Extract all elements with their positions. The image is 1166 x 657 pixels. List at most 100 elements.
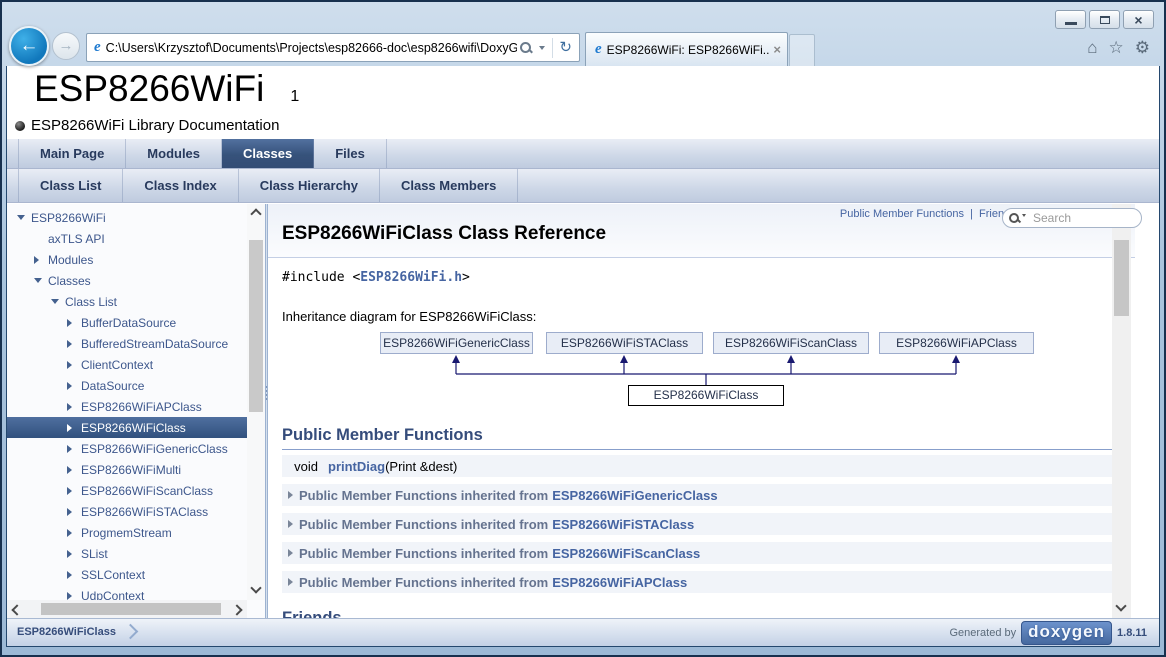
summary-links: Public Member Functions | Friends | List…	[282, 208, 1123, 220]
diagram-node-scanclass[interactable]: ESP8266WiFiScanClass	[713, 332, 869, 354]
tree-expand-icon[interactable]	[67, 424, 72, 432]
tree-item-esp8266wifiscanclass[interactable]: ESP8266WiFiScanClass	[7, 480, 247, 501]
tree-item-slist[interactable]: SList	[7, 543, 247, 564]
breadcrumb[interactable]: ESP8266WiFiClass	[17, 619, 116, 646]
tree-expand-icon[interactable]	[34, 256, 39, 264]
tree-collapse-icon[interactable]	[17, 215, 25, 220]
tree-expand-icon[interactable]	[67, 382, 72, 390]
tree-item-sslcontext[interactable]: SSLContext	[7, 564, 247, 585]
sidebar-horizontal-scrollbar[interactable]	[7, 600, 247, 618]
tree-expand-icon[interactable]	[67, 445, 72, 453]
tab-class-index[interactable]: Class Index	[123, 169, 238, 202]
tree-item-bufferdatasource[interactable]: BufferDataSource	[7, 312, 247, 333]
tree-item-classes[interactable]: Classes	[7, 270, 247, 291]
new-tab-button[interactable]	[789, 34, 815, 66]
scrollbar-thumb[interactable]	[41, 603, 221, 615]
tab-modules[interactable]: Modules	[126, 139, 222, 168]
inherited-section-staclass[interactable]: Public Member Functions inherited from E…	[282, 513, 1121, 535]
sidebar-vertical-scrollbar[interactable]	[247, 204, 265, 600]
include-file-link[interactable]: ESP8266WiFi.h	[360, 270, 462, 285]
scroll-up-icon[interactable]	[250, 208, 261, 219]
tree-expand-icon[interactable]	[67, 550, 72, 558]
settings-icon[interactable]: ⚙	[1135, 38, 1150, 58]
address-bar-divider	[552, 38, 553, 58]
member-name-link[interactable]: printDiag	[328, 459, 385, 474]
expand-icon[interactable]	[288, 520, 293, 528]
address-search-icon[interactable]	[519, 41, 533, 55]
tab-class-hierarchy[interactable]: Class Hierarchy	[239, 169, 380, 202]
tree-item-label: ProgmemStream	[81, 526, 172, 540]
tree-item-udpcontext[interactable]: UdpContext	[7, 585, 247, 600]
tree-expand-icon[interactable]	[67, 508, 72, 516]
inherited-class-link[interactable]: ESP8266WiFiSTAClass	[552, 517, 694, 532]
tree-item-class-list[interactable]: Class List	[7, 291, 247, 312]
tree-expand-icon[interactable]	[67, 466, 72, 474]
tree-expand-icon[interactable]	[67, 592, 72, 600]
tree-item-esp8266wifimulti[interactable]: ESP8266WiFiMulti	[7, 459, 247, 480]
scroll-down-icon[interactable]	[1115, 600, 1126, 611]
minimize-button[interactable]	[1055, 10, 1086, 29]
tree-item-esp8266wifistaclass[interactable]: ESP8266WiFiSTAClass	[7, 501, 247, 522]
link-public-member-functions[interactable]: Public Member Functions	[840, 208, 964, 220]
tree-item-esp8266wifi[interactable]: ESP8266WiFi	[7, 207, 247, 228]
inherited-class-link[interactable]: ESP8266WiFiAPClass	[552, 575, 687, 590]
tree-expand-icon[interactable]	[67, 487, 72, 495]
tree-expand-icon[interactable]	[67, 319, 72, 327]
expand-icon[interactable]	[288, 578, 293, 586]
tab-class-members[interactable]: Class Members	[380, 169, 518, 202]
tree-item-axtls-api[interactable]: axTLS API	[7, 228, 247, 249]
tree-item-modules[interactable]: Modules	[7, 249, 247, 270]
scroll-right-icon[interactable]	[231, 604, 242, 615]
doxygen-logo[interactable]: doxygen	[1021, 621, 1112, 645]
tree-item-clientcontext[interactable]: ClientContext	[7, 354, 247, 375]
diagram-node-genericclass[interactable]: ESP8266WiFiGenericClass	[380, 332, 533, 354]
inherited-section-genericclass[interactable]: Public Member Functions inherited from E…	[282, 484, 1121, 506]
tree-expand-icon[interactable]	[67, 403, 72, 411]
browser-tab[interactable]: e ESP8266WiFi: ESP8266WiFi... ×	[585, 32, 788, 66]
tree-expand-icon[interactable]	[67, 529, 72, 537]
tree-item-bufferedstreamdatasource[interactable]: BufferedStreamDataSource	[7, 333, 247, 354]
inherited-section-scanclass[interactable]: Public Member Functions inherited from E…	[282, 542, 1121, 564]
scroll-down-icon[interactable]	[250, 582, 261, 593]
address-dropdown-icon[interactable]	[539, 46, 545, 50]
close-button[interactable]: ×	[1123, 10, 1154, 29]
tab-classes[interactable]: Classes	[222, 139, 314, 168]
tree-expand-icon[interactable]	[67, 340, 72, 348]
tree-item-esp8266wifigenericclass[interactable]: ESP8266WiFiGenericClass	[7, 438, 247, 459]
tree-expand-icon[interactable]	[67, 361, 72, 369]
search-box[interactable]	[1002, 208, 1142, 228]
tree-item-datasource[interactable]: DataSource	[7, 375, 247, 396]
tab-files[interactable]: Files	[314, 139, 387, 168]
diagram-node-apclass[interactable]: ESP8266WiFiAPClass	[879, 332, 1034, 354]
search-input[interactable]	[1031, 210, 1135, 226]
content-vertical-scrollbar[interactable]	[1112, 204, 1131, 618]
tab-close-icon[interactable]: ×	[773, 43, 781, 56]
tree-collapse-icon[interactable]	[34, 278, 42, 283]
diagram-node-staclass[interactable]: ESP8266WiFiSTAClass	[546, 332, 703, 354]
scrollbar-thumb[interactable]	[1114, 240, 1129, 316]
forward-button[interactable]: →	[52, 32, 80, 60]
inherited-class-link[interactable]: ESP8266WiFiGenericClass	[552, 488, 717, 503]
url-input[interactable]	[106, 41, 518, 55]
restore-button[interactable]	[1089, 10, 1120, 29]
home-icon[interactable]: ⌂	[1087, 38, 1097, 58]
diagram-node-wificlass[interactable]: ESP8266WiFiClass	[628, 385, 784, 406]
tree-item-progmemstream[interactable]: ProgmemStream	[7, 522, 247, 543]
tab-main-page[interactable]: Main Page	[18, 139, 126, 168]
inherited-section-apclass[interactable]: Public Member Functions inherited from E…	[282, 571, 1121, 593]
expand-icon[interactable]	[288, 549, 293, 557]
expand-icon[interactable]	[288, 491, 293, 499]
tree-item-esp8266wificlass-selected[interactable]: ESP8266WiFiClass	[7, 417, 247, 438]
search-dropdown-icon[interactable]	[1022, 214, 1026, 217]
address-bar[interactable]: e ↻	[86, 33, 580, 62]
scroll-left-icon[interactable]	[11, 604, 22, 615]
inherited-class-link[interactable]: ESP8266WiFiScanClass	[552, 546, 700, 561]
favorites-icon[interactable]: ☆	[1109, 38, 1124, 58]
tree-collapse-icon[interactable]	[51, 299, 59, 304]
scrollbar-thumb[interactable]	[249, 240, 263, 412]
refresh-icon[interactable]: ↻	[559, 40, 572, 55]
tree-item-esp8266wifiapclass[interactable]: ESP8266WiFiAPClass	[7, 396, 247, 417]
tree-expand-icon[interactable]	[67, 571, 72, 579]
tab-class-list[interactable]: Class List	[18, 169, 123, 202]
back-button[interactable]: ←	[9, 26, 49, 66]
